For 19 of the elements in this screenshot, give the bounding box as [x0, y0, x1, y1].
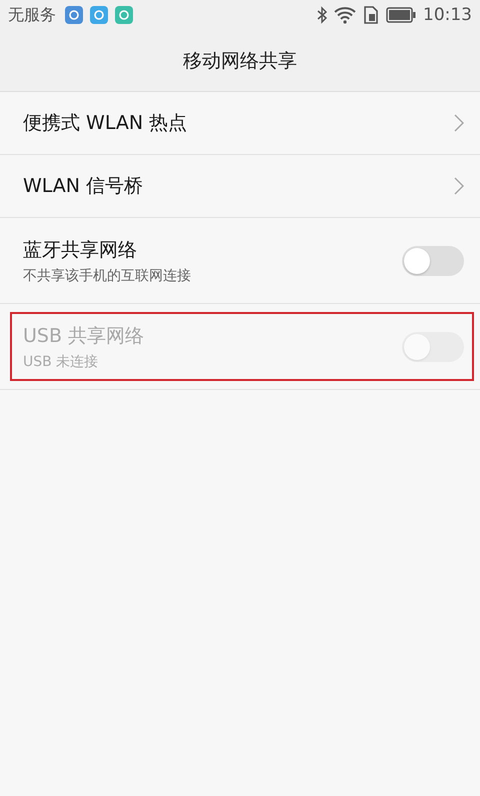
row-title: 蓝牙共享网络: [23, 238, 138, 262]
row-subtitle: 不共享该手机的互联网连接: [23, 266, 192, 284]
settings-row[interactable]: 蓝牙共享网络 不共享该手机的互联网连接: [0, 218, 480, 304]
carrier-label: 无服务: [8, 4, 56, 26]
settings-row[interactable]: 便携式 WLAN 热点: [0, 92, 480, 155]
sim-card-icon: [363, 6, 379, 24]
row-subtitle: USB 未连接: [23, 352, 100, 370]
chevron-right-icon: [454, 114, 464, 132]
wifi-icon: [334, 6, 356, 24]
row-title: 便携式 WLAN 热点: [23, 111, 188, 136]
page-title: 移动网络共享: [183, 48, 297, 74]
battery-icon: [386, 7, 416, 23]
row-title: USB 共享网络: [23, 324, 146, 348]
chevron-right-icon: [454, 177, 464, 195]
settings-row[interactable]: WLAN 信号桥: [0, 155, 480, 218]
bluetooth-icon: [317, 6, 327, 24]
row-title: WLAN 信号桥: [23, 174, 144, 199]
toggle-switch[interactable]: [402, 246, 464, 276]
clock-time: 10:13: [423, 5, 472, 25]
